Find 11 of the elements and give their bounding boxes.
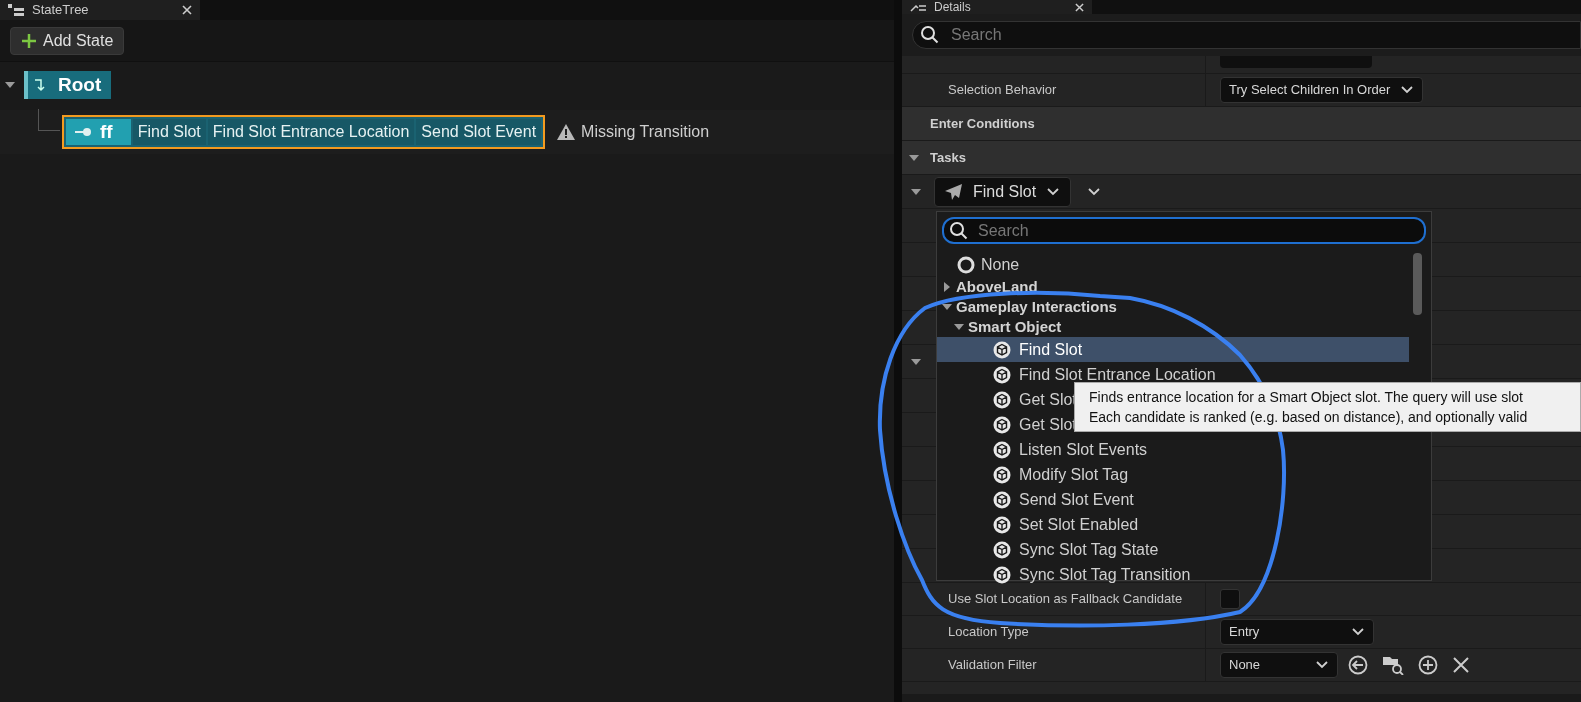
task-label: Send Slot Event [416,119,542,145]
task-label: Find Slot Entrance Location [207,119,415,145]
warning-text: Missing Transition [581,122,710,142]
state-name: ff [100,119,114,144]
property-label: Location Type [948,623,1029,642]
property-label: Validation Filter [948,656,1037,675]
tooltip-text: Each candidate is ranked (e.g. based on distance), and optionally valid [1089,408,1529,427]
property-label: Use Slot Location as Fallback Candidate [948,590,1183,609]
tooltip-text: Finds entrance location for a Smart Object slot. The query will use slot [1089,388,1524,407]
property-label: Selection Behavior [948,81,1057,100]
task-label: Find Slot [132,119,206,145]
